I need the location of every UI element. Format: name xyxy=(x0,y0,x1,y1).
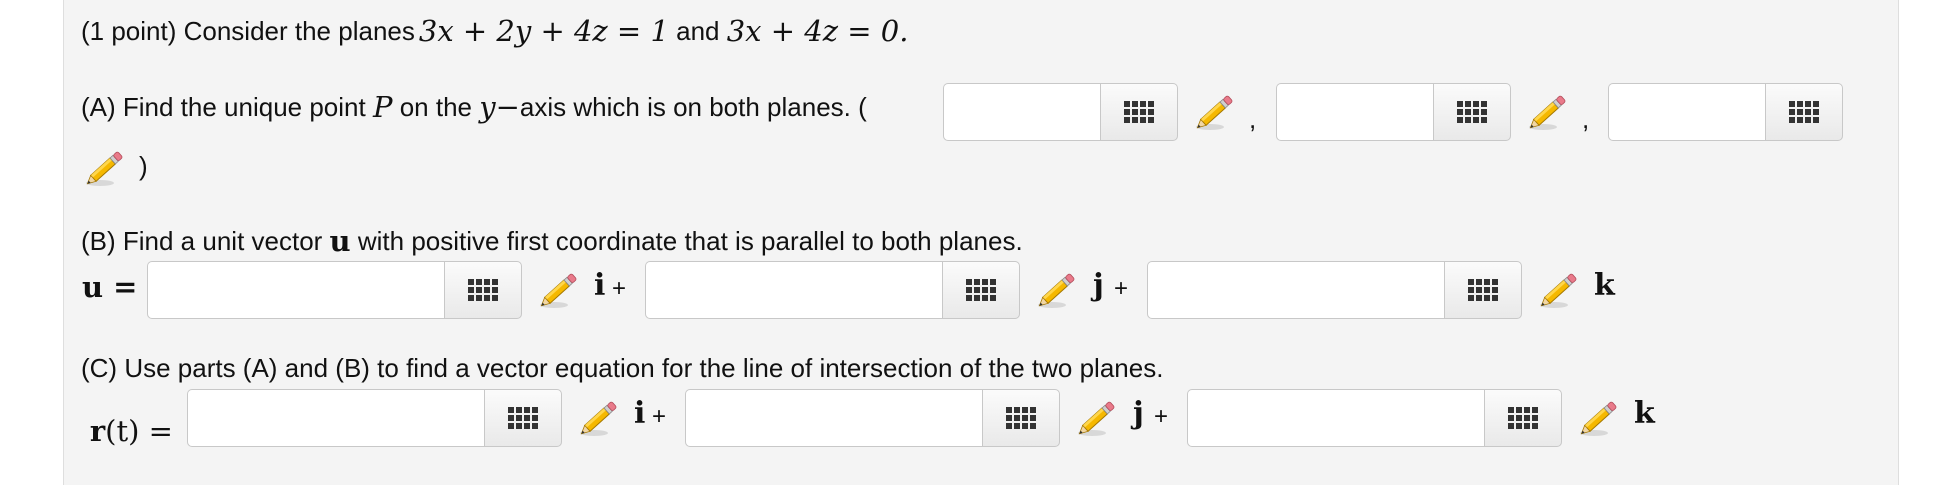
point-P: P xyxy=(372,90,393,124)
partC-input-j[interactable] xyxy=(685,389,982,447)
keyboard-button[interactable] xyxy=(1100,83,1178,141)
partB-input-k[interactable] xyxy=(1147,261,1444,319)
partC-answer-j xyxy=(685,389,1060,447)
partA-prompt: (A) Find the unique point P on the y− ax… xyxy=(81,90,867,124)
partC-text: (C) Use parts (A) and (B) to find a vect… xyxy=(81,353,1164,383)
keyboard-button[interactable] xyxy=(942,261,1020,319)
keyboard-grid-icon xyxy=(966,279,996,301)
partB-input-i[interactable] xyxy=(147,261,444,319)
and-text: and xyxy=(668,15,727,46)
partA-text-after: axis which is on both planes. ( xyxy=(519,91,867,122)
partC-answer-i xyxy=(187,389,562,447)
partB-answer-i xyxy=(147,261,522,319)
unit-k: k xyxy=(1634,396,1655,431)
keyboard-grid-icon xyxy=(508,407,538,429)
pencil-icon[interactable] xyxy=(577,394,623,440)
keyboard-grid-icon xyxy=(1457,101,1487,123)
y-axis-symbol: y− xyxy=(479,90,520,124)
pencil-icon[interactable] xyxy=(1526,88,1572,134)
plus-sign: + xyxy=(1154,403,1169,430)
partC-lhs-rest: (t) = xyxy=(105,414,173,448)
plus-sign: + xyxy=(1114,275,1129,302)
comma: , xyxy=(1582,104,1590,134)
keyboard-button[interactable] xyxy=(444,261,522,319)
pencil-icon[interactable] xyxy=(1075,394,1121,440)
partA-input-x[interactable] xyxy=(943,83,1100,141)
unit-k: k xyxy=(1594,268,1615,303)
plus-sign: + xyxy=(612,275,627,302)
partB-answer-j xyxy=(645,261,1020,319)
partA-answer-1 xyxy=(943,83,1178,141)
close-paren: ) xyxy=(139,151,148,181)
keyboard-grid-icon xyxy=(468,279,498,301)
partB-lhs: u = xyxy=(82,270,138,304)
comma: , xyxy=(1249,104,1257,134)
partC-answer-k xyxy=(1187,389,1562,447)
pencil-icon[interactable] xyxy=(1193,88,1239,134)
keyboard-button[interactable] xyxy=(1484,389,1562,447)
keyboard-grid-icon xyxy=(1508,407,1538,429)
problem-statement: (1 point) Consider the planes 3x + 2y + … xyxy=(81,14,908,48)
intro-text: (1 point) Consider the planes xyxy=(81,15,415,46)
plane2-equation: 3x + 4z = 0. xyxy=(726,14,909,48)
pencil-icon[interactable] xyxy=(1537,266,1583,312)
plus-sign: + xyxy=(652,403,667,430)
partA-text-on: on the xyxy=(392,91,480,122)
partB-input-j[interactable] xyxy=(645,261,942,319)
pencil-icon[interactable] xyxy=(537,266,583,312)
partC-input-i[interactable] xyxy=(187,389,484,447)
pencil-icon[interactable] xyxy=(1035,266,1081,312)
partC-lhs: r(t) = xyxy=(81,396,173,448)
partB-answer-k xyxy=(1147,261,1522,319)
keyboard-grid-icon xyxy=(1468,279,1498,301)
vector-r: r xyxy=(89,414,106,448)
partA-input-y[interactable] xyxy=(1276,83,1433,141)
keyboard-button[interactable] xyxy=(1433,83,1511,141)
keyboard-button[interactable] xyxy=(1444,261,1522,319)
partB-prompt: (B) Find a unit vector u with positive f… xyxy=(81,224,1023,258)
vector-u: u xyxy=(329,224,351,258)
partA-answer-3 xyxy=(1608,83,1843,141)
unit-i: i xyxy=(594,268,606,303)
keyboard-button[interactable] xyxy=(982,389,1060,447)
keyboard-button[interactable] xyxy=(1765,83,1843,141)
unit-i: i xyxy=(634,396,646,431)
partB-text-after: with positive first coordinate that is p… xyxy=(350,225,1023,256)
pencil-icon[interactable] xyxy=(1577,394,1623,440)
unit-j: j xyxy=(1133,396,1144,431)
partC-input-k[interactable] xyxy=(1187,389,1484,447)
partA-input-z[interactable] xyxy=(1608,83,1765,141)
partB-text-before: (B) Find a unit vector xyxy=(81,225,330,256)
keyboard-grid-icon xyxy=(1124,101,1154,123)
partC-prompt: (C) Use parts (A) and (B) to find a vect… xyxy=(81,353,1163,384)
unit-j: j xyxy=(1093,268,1104,303)
partA-answer-2 xyxy=(1276,83,1511,141)
pencil-icon[interactable] xyxy=(83,144,129,190)
keyboard-grid-icon xyxy=(1006,407,1036,429)
keyboard-button[interactable] xyxy=(484,389,562,447)
keyboard-grid-icon xyxy=(1789,101,1819,123)
plane1-equation: 3x + 2y + 4z = 1 xyxy=(418,14,669,48)
partA-text-before: (A) Find the unique point xyxy=(81,91,373,122)
